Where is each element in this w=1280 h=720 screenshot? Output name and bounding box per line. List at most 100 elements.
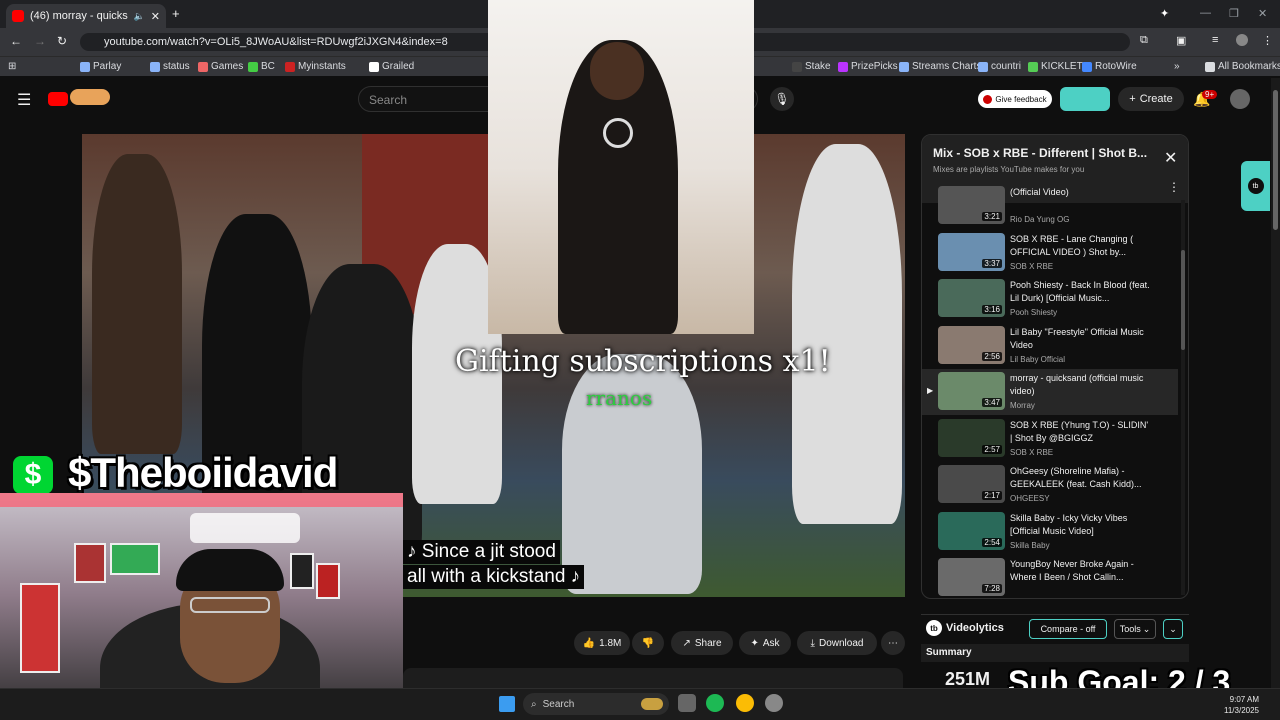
playlist-item-title[interactable]: SOB X RBE (Yhung T.O) - SLIDIN' | Shot B… [1010, 419, 1150, 445]
playlist-scrollbar-thumb[interactable] [1181, 250, 1185, 350]
url-text: youtube.com/watch?v=OLi5_8JWoAU&list=RDU… [104, 36, 448, 48]
playlist-thumbnail[interactable]: 3:21 [938, 186, 1005, 224]
maximize-icon[interactable]: ❐ [1229, 7, 1239, 20]
playlist-item[interactable]: 2:56 Lil Baby "Freestyle" Official Music … [922, 323, 1178, 369]
bookmark-bc[interactable]: BC [248, 61, 275, 72]
playlist-item[interactable]: 2:57 SOB X RBE (Yhung T.O) - SLIDIN' | Sh… [922, 416, 1178, 462]
bookmark-countri[interactable]: countri [978, 61, 1021, 72]
bookmark-stake[interactable]: Stake [792, 61, 831, 72]
playlist-item[interactable]: 2:54 Skilla Baby - Icky Vicky Vibes [Offi… [922, 509, 1178, 555]
taskbar-search[interactable]: ⌕ Search [523, 693, 669, 715]
playlist-item-title[interactable]: Pooh Shiesty - Back In Blood (feat. Lil … [1010, 279, 1150, 305]
bookmark-grailed[interactable]: Grailed [369, 61, 414, 72]
bookmark-parlay[interactable]: Parlay [80, 61, 121, 72]
playlist-item[interactable]: ▶ 3:47 morray - quicksand (official music … [922, 369, 1178, 415]
playlist-item-title[interactable]: morray - quicksand (official music video… [1010, 372, 1150, 398]
more-actions-button[interactable]: ⋯ [881, 631, 905, 655]
bookmark-status[interactable]: status [150, 61, 190, 72]
description-box[interactable] [403, 668, 903, 690]
tools-dropdown[interactable]: Tools ⌄ [1114, 619, 1156, 639]
download-button[interactable]: ⤓ Download [797, 631, 877, 655]
all-bookmarks[interactable]: All Bookmarks [1205, 61, 1280, 72]
browser-tab[interactable]: (46) morray - quicksand (of 🔈 ✕ [6, 4, 166, 28]
extensions-icon[interactable]: ⧉ [1140, 34, 1148, 47]
spotify-icon[interactable] [706, 694, 724, 712]
playlist-thumbnail[interactable]: 2:57 [938, 418, 1005, 457]
minimize-icon[interactable]: — [1200, 7, 1211, 19]
page-scrollbar-thumb[interactable] [1273, 90, 1278, 230]
playlist-item[interactable]: 7:28 YoungBoy Never Broke Again - Where I… [922, 555, 1178, 598]
like-button[interactable]: 👍 1.8M [574, 631, 630, 655]
youtube-logo-icon[interactable] [48, 92, 68, 106]
playlist-thumbnail[interactable]: 2:54 [938, 511, 1005, 550]
playlist-item[interactable]: 3:37 SOB X RBE - Lane Changing ( OFFICIAL… [922, 230, 1178, 276]
plus-icon: + [1129, 93, 1136, 105]
playlist-thumbnail[interactable]: 3:47 [938, 372, 1005, 410]
menu-icon[interactable]: ☰ [17, 90, 31, 110]
give-feedback-button[interactable]: Give feedback [978, 90, 1052, 108]
playlist-thumbnail[interactable]: 3:16 [938, 279, 1005, 317]
compare-toggle[interactable]: Compare - off [1029, 619, 1107, 639]
speaker-icon[interactable]: 🔈 [134, 11, 145, 22]
bookmark-prizepicks[interactable]: PrizePicks [838, 61, 898, 72]
playlist-item[interactable]: 3:21 (Official Video) Rio Da Yung OG [922, 183, 1178, 229]
playlist-item[interactable]: 3:16 Pooh Shiesty - Back In Blood (feat. … [922, 276, 1178, 322]
chrome-icon[interactable] [736, 694, 754, 712]
duration-badge: 3:21 [982, 212, 1002, 221]
more-bookmarks-icon[interactable]: » [1174, 61, 1180, 72]
close-window-icon[interactable]: ✕ [1258, 7, 1267, 20]
playlist-item-title[interactable]: OhGeesy (Shoreline Mafia) - GEEKALEEK (f… [1010, 465, 1150, 491]
bookmark-kicklet[interactable]: KICKLET [1028, 61, 1083, 72]
chrome-menu-icon[interactable]: ⋮ [1262, 34, 1273, 47]
playlist-thumbnail[interactable]: 2:17 [938, 465, 1005, 503]
playlist-item-channel: Morray [1010, 401, 1035, 410]
custom-logo-doodle[interactable] [70, 89, 110, 105]
create-button[interactable]: + Create [1118, 87, 1184, 111]
playlist-item-title[interactable]: Skilla Baby - Icky Vicky Vibes [Official… [1010, 512, 1150, 538]
extension-menu-button[interactable] [1060, 87, 1110, 111]
bookmark-games[interactable]: Games [198, 61, 243, 72]
forward-icon[interactable]: → [34, 34, 46, 48]
video-figure [792, 144, 902, 524]
duration-badge: 2:54 [982, 537, 1002, 547]
cashapp-icon: $ [13, 456, 53, 494]
extension-side-tab[interactable]: tb [1241, 161, 1270, 211]
duration-badge: 2:57 [982, 444, 1002, 454]
views-stat: 251M [945, 669, 991, 689]
playlist-thumbnail[interactable]: 7:28 [938, 558, 1005, 596]
profile-avatar[interactable] [1236, 34, 1248, 46]
back-icon[interactable]: ← [10, 34, 22, 48]
task-view-icon[interactable] [678, 694, 696, 712]
playlist-thumbnail[interactable]: 3:37 [938, 232, 1005, 271]
playlist-item-title[interactable]: (Official Video) [1010, 186, 1150, 199]
playlist-item-title[interactable]: SOB X RBE - Lane Changing ( OFFICIAL VID… [1010, 233, 1150, 259]
share-button[interactable]: ↗ Share [671, 631, 733, 655]
ask-button[interactable]: ✦ Ask [739, 631, 791, 655]
search-icon: ⌕ [531, 698, 537, 710]
apps-icon[interactable]: ⊞ [8, 61, 16, 72]
app-icon[interactable] [765, 694, 783, 712]
reload-icon[interactable]: ↻ [57, 34, 67, 48]
windows-start-icon[interactable] [499, 696, 515, 712]
playlist-item[interactable]: 2:17 OhGeesy (Shoreline Mafia) - GEEKALEE… [922, 462, 1178, 508]
playlist-item-title[interactable]: YoungBoy Never Broke Again - Where I Bee… [1010, 558, 1150, 584]
playlist-item-title[interactable]: Lil Baby "Freestyle" Official Music Vide… [1010, 326, 1150, 352]
playlist-thumbnail[interactable]: 2:56 [938, 325, 1005, 364]
new-tab-button[interactable]: + [172, 6, 180, 21]
bookmark-streams-charts[interactable]: Streams Charts [899, 61, 981, 72]
playlist-items: 3:21 (Official Video) Rio Da Yung OG 3:37 SO… [922, 183, 1188, 596]
chevron-down-icon: ⌄ [1169, 623, 1177, 634]
system-clock[interactable]: 9:07 AM 11/3/2025 [1224, 694, 1259, 716]
close-playlist-icon[interactable]: ✕ [1164, 148, 1177, 168]
playlist-title[interactable]: Mix - SOB x RBE - Different | Shot B... [933, 146, 1153, 160]
close-tab-icon[interactable]: ✕ [151, 10, 160, 23]
media-icon[interactable]: ≡ [1212, 34, 1218, 46]
sidepanel-icon[interactable]: ▣ [1176, 34, 1186, 47]
collapse-button[interactable]: ⌄ [1163, 619, 1183, 639]
voice-search-icon[interactable]: 🎙 [770, 87, 794, 111]
bookmark-myinstants[interactable]: Myinstants [285, 61, 346, 72]
account-avatar[interactable] [1230, 89, 1250, 109]
gemini-icon[interactable]: ✦ [1160, 7, 1169, 20]
dislike-button[interactable]: 👎 [632, 631, 664, 655]
bookmark-rotowire[interactable]: RotoWire [1082, 61, 1137, 72]
